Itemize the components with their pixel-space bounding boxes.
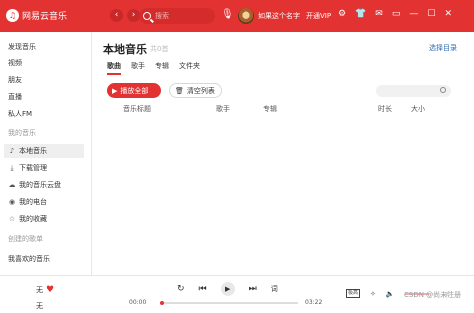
tab-artists[interactable]: 歌手 — [131, 61, 145, 75]
sidebar-item-live[interactable]: 直播 — [8, 92, 22, 102]
close-icon[interactable]: ✕ — [444, 9, 452, 19]
netease-logo-icon: ♫ — [6, 9, 19, 22]
progress-handle[interactable] — [160, 301, 164, 305]
player-bar: 无 ♥ 无 ↻ ⏮ ▶ ⏭ 词 00:00 03:22 极高 ✧ 🔈 ≡ CSD… — [0, 275, 474, 313]
cloud-icon: ☁ — [8, 181, 16, 189]
previous-icon[interactable]: ⏮ — [199, 284, 207, 294]
sidebar: 发现音乐 视频 朋友 直播 私人FM 我的音乐 ♪ 本地音乐 ⤓ 下载管理 ☁ … — [0, 32, 92, 275]
total-time: 03:22 — [305, 299, 323, 306]
radio-icon: ◉ — [8, 198, 16, 206]
clear-list-button[interactable]: 🗑 清空列表 — [169, 83, 222, 98]
now-playing-title: 无 ♥ — [36, 285, 54, 295]
sidebar-item-favorites[interactable]: ☆ 我的收藏 — [4, 212, 84, 226]
app-logo[interactable]: ♫ 网易云音乐 — [6, 9, 67, 22]
lyrics-button[interactable]: 词 — [271, 284, 278, 294]
tab-albums[interactable]: 专辑 — [155, 61, 169, 75]
sidebar-item-label: 我的收藏 — [19, 215, 47, 223]
trash-icon: 🗑 — [175, 86, 184, 95]
watermark: CSDN @尚未注册 — [404, 290, 462, 300]
heart-icon[interactable]: ♥ — [46, 285, 54, 295]
gear-icon[interactable]: ⚙ — [338, 9, 346, 19]
tab-bar: 歌曲 歌手 专辑 文件夹 — [107, 61, 200, 75]
search-icon — [143, 12, 151, 20]
sidebar-item-cloud[interactable]: ☁ 我的音乐云盘 — [4, 178, 84, 192]
back-icon[interactable]: ‹ — [110, 9, 123, 22]
history-nav: ‹ › — [110, 9, 140, 22]
sidebar-item-label: 我的电台 — [19, 198, 47, 206]
avatar[interactable] — [238, 8, 254, 24]
main-content: 本地音乐 共0首 选择目录 歌曲 歌手 专辑 文件夹 ▶ 播放全部 🗑 清空列表… — [93, 32, 474, 275]
sound-effect-icon[interactable]: ✧ — [370, 290, 376, 298]
sidebar-item-liked-music[interactable]: 我喜欢的音乐 — [8, 254, 50, 264]
sidebar-item-video[interactable]: 视频 — [8, 58, 22, 68]
music-note-icon: ♪ — [9, 147, 15, 155]
search-placeholder: 搜索 — [155, 12, 169, 20]
mini-mode-icon[interactable]: ▭ — [392, 9, 401, 19]
mail-icon[interactable]: ✉ — [375, 9, 383, 19]
column-album[interactable]: 专辑 — [263, 104, 277, 114]
minimize-icon[interactable]: — — [409, 9, 418, 19]
volume-icon[interactable]: 🔈 — [386, 290, 395, 298]
song-count: 共0首 — [150, 45, 169, 53]
my-music-section-title: 我的音乐 — [8, 129, 36, 137]
clear-list-label: 清空列表 — [186, 86, 215, 95]
playback-controls: ↻ ⏮ ▶ ⏭ 词 — [177, 282, 278, 296]
star-icon: ☆ — [8, 215, 16, 223]
search-input[interactable]: 搜索 — [139, 8, 215, 24]
play-all-button[interactable]: ▶ 播放全部 — [107, 83, 161, 98]
local-search-input[interactable] — [376, 85, 451, 97]
column-duration[interactable]: 时长 — [378, 104, 392, 114]
column-artist[interactable]: 歌手 — [216, 104, 230, 114]
column-size[interactable]: 大小 — [411, 104, 425, 114]
play-button[interactable]: ▶ — [220, 282, 235, 296]
progress-bar[interactable] — [160, 301, 298, 305]
choose-directory-link[interactable]: 选择目录 — [429, 43, 457, 53]
repeat-icon[interactable]: ↻ — [177, 284, 185, 294]
next-icon[interactable]: ⏭ — [249, 284, 257, 294]
sidebar-item-local-music[interactable]: ♪ 本地音乐 — [4, 144, 84, 158]
table-header: 音乐标题 歌手 专辑 时长 大小 — [93, 104, 474, 116]
sidebar-item-fm[interactable]: 私人FM — [8, 109, 32, 119]
page-title: 本地音乐 — [103, 43, 147, 56]
maximize-icon[interactable]: ☐ — [427, 9, 435, 19]
tab-songs[interactable]: 歌曲 — [107, 61, 121, 75]
play-all-label: 播放全部 — [120, 86, 149, 95]
created-playlists-title: 创建的歌单 — [8, 235, 43, 243]
username[interactable]: 如果这个名字 — [258, 11, 300, 21]
sidebar-item-label: 我的音乐云盘 — [19, 181, 61, 189]
current-time: 00:00 — [129, 299, 147, 306]
vip-button[interactable]: 开通VIP — [306, 11, 331, 21]
microphone-icon[interactable]: 🎙 — [221, 9, 234, 20]
column-title[interactable]: 音乐标题 — [123, 104, 151, 114]
sidebar-item-discover[interactable]: 发现音乐 — [8, 42, 36, 52]
quality-badge[interactable]: 极高 — [346, 289, 361, 298]
tab-folders[interactable]: 文件夹 — [179, 61, 200, 75]
song-title[interactable]: 无 — [36, 285, 43, 295]
sidebar-item-downloads[interactable]: ⤓ 下载管理 — [4, 161, 84, 175]
download-icon: ⤓ — [10, 163, 14, 172]
sidebar-item-label: 本地音乐 — [19, 147, 47, 155]
play-icon: ▶ — [112, 86, 118, 95]
sidebar-item-radio[interactable]: ◉ 我的电台 — [4, 195, 84, 209]
app-name: 网易云音乐 — [22, 12, 68, 22]
search-icon — [440, 87, 446, 93]
sidebar-item-friends[interactable]: 朋友 — [8, 75, 22, 85]
title-bar-icons: ⚙ 👕 ✉ ▭ — ☐ ✕ — [338, 9, 452, 19]
sidebar-item-label: 下载管理 — [19, 164, 47, 172]
title-bar: ♫ 网易云音乐 ‹ › 搜索 🎙 如果这个名字 开通VIP ⚙ 👕 ✉ ▭ — … — [0, 0, 474, 32]
song-artist[interactable]: 无 — [36, 301, 43, 311]
skin-icon[interactable]: 👕 — [355, 9, 366, 19]
